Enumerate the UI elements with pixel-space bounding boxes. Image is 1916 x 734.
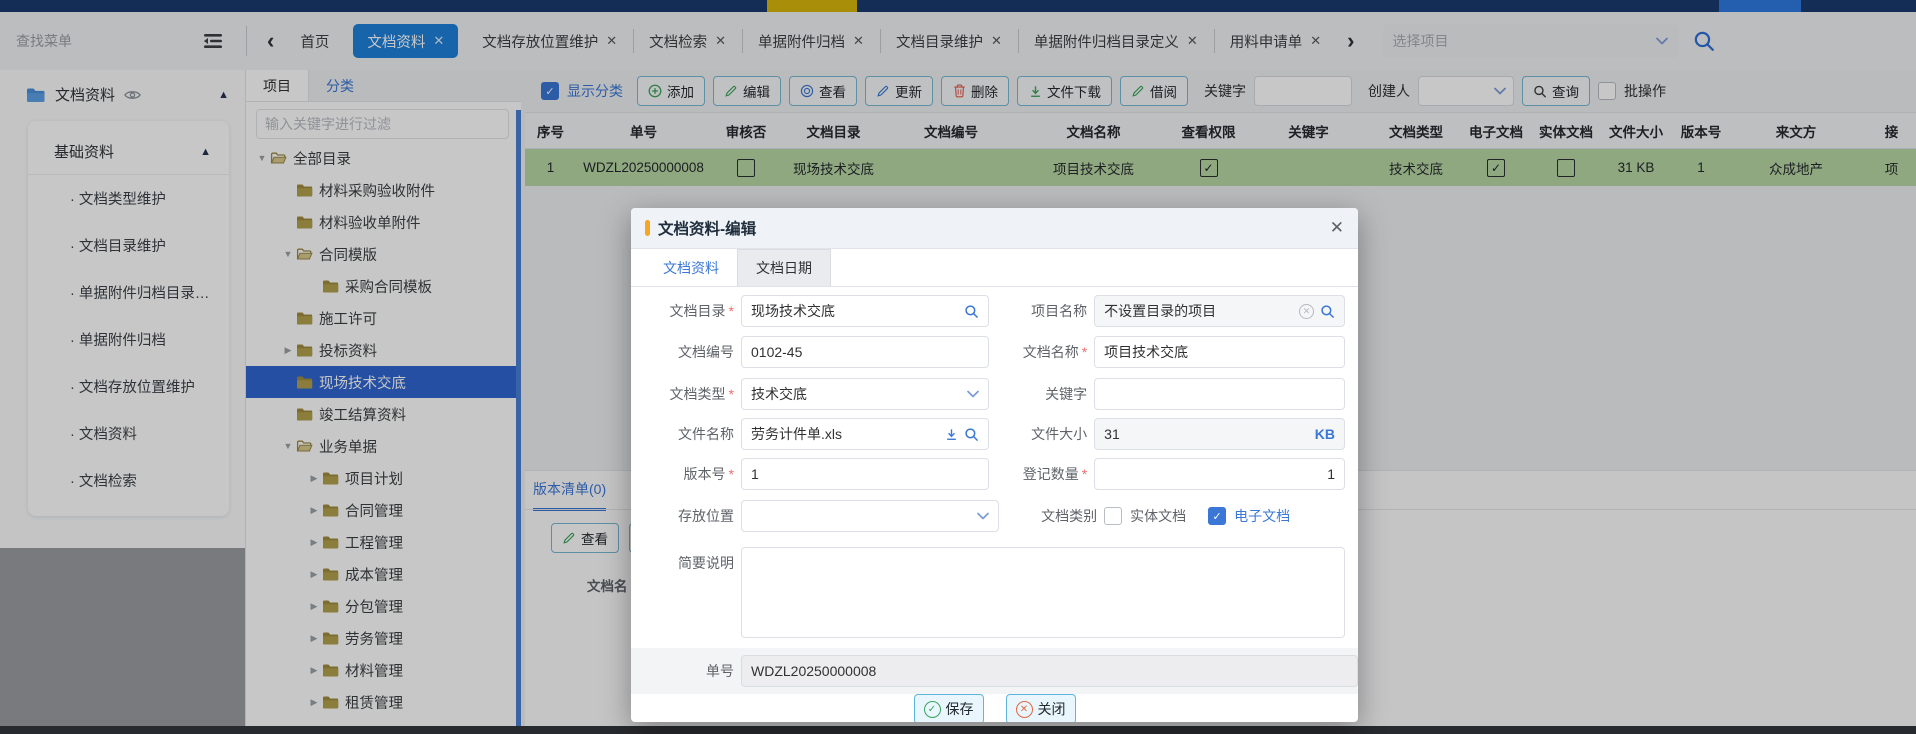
search-icon[interactable] <box>964 427 979 442</box>
location-select[interactable] <box>741 500 999 532</box>
form-row-2: 文档编号 0102-45 文档名称* 项目技术交底 <box>645 336 1345 368</box>
physical-doc-label: 实体文档 <box>1130 506 1186 526</box>
doc-dir-label: 文档目录* <box>645 301 741 321</box>
close-button[interactable]: ✕ 关闭 <box>1006 694 1076 722</box>
project-label: 项目名称 <box>989 301 1094 321</box>
dialog-title: 文档资料-编辑 <box>658 217 756 239</box>
form-row-4: 文件名称 劳务计件单.xls 文件大小 31 KB <box>645 418 1345 450</box>
doc-type-label: 文档类型* <box>645 384 741 404</box>
clear-icon[interactable]: ✕ <box>1299 304 1314 319</box>
doc-no-label: 文档编号 <box>645 342 741 362</box>
desc-textarea[interactable] <box>741 547 1345 638</box>
dialog-footer: ✓ 保存 ✕ 关闭 <box>631 694 1358 722</box>
physical-doc-checkbox[interactable] <box>1104 507 1122 525</box>
location-label: 存放位置 <box>645 506 741 526</box>
tab-doc-date[interactable]: 文档日期 <box>737 249 831 286</box>
title-flag <box>645 220 650 236</box>
form-row-6: 存放位置 文档类别 实体文档 ✓ 电子文档 <box>645 500 1345 532</box>
tab-doc-info[interactable]: 文档资料 <box>645 250 737 286</box>
bill-no-band: 单号 WDZL20250000008 <box>631 648 1358 694</box>
doc-dir-input[interactable]: 现场技术交底 <box>741 295 989 327</box>
form-row-3: 文档类型* 技术交底 关键字 <box>645 378 1345 410</box>
electronic-doc-label: 电子文档 <box>1234 506 1290 526</box>
version-label: 版本号* <box>645 464 741 484</box>
chevron-down-icon <box>966 390 979 398</box>
form-row-1: 文档目录* 现场技术交底 项目名称 不设置目录的项目 ✕ <box>645 295 1345 327</box>
file-name-label: 文件名称 <box>645 424 741 444</box>
category-label: 文档类别 <box>999 506 1104 526</box>
form-row-5: 版本号* 1 登记数量* 1 <box>645 458 1345 490</box>
save-button[interactable]: ✓ 保存 <box>914 694 984 722</box>
file-size-input: 31 KB <box>1094 418 1345 450</box>
search-icon[interactable] <box>964 304 979 319</box>
app-window: ‹ 首页文档资料✕文档存放位置维护✕文档检索✕单据附件归档✕文档目录维护✕单据附… <box>0 0 1916 734</box>
search-icon[interactable] <box>1320 304 1335 319</box>
edit-dialog: 文档资料-编辑 ✕ 文档资料 文档日期 文档目录* 现场技术交底 项目名称 不设… <box>631 208 1358 722</box>
file-name-input[interactable]: 劳务计件单.xls <box>741 418 989 450</box>
project-input[interactable]: 不设置目录的项目 ✕ <box>1094 295 1345 327</box>
download-icon[interactable] <box>945 428 958 441</box>
qty-label: 登记数量* <box>989 464 1094 484</box>
close-icon[interactable]: ✕ <box>1330 218 1344 238</box>
version-input[interactable]: 1 <box>741 458 989 490</box>
keyword-field-input[interactable] <box>1094 378 1345 410</box>
electronic-doc-checkbox[interactable]: ✓ <box>1208 507 1226 525</box>
file-size-label: 文件大小 <box>989 424 1094 444</box>
doc-type-select[interactable]: 技术交底 <box>741 378 989 410</box>
dialog-tabs: 文档资料 文档日期 <box>631 249 1358 287</box>
bill-no-input: WDZL20250000008 <box>741 655 1358 687</box>
category-options: 实体文档 ✓ 电子文档 <box>1104 506 1345 526</box>
chevron-down-icon <box>976 512 989 520</box>
desc-label: 简要说明 <box>645 547 741 638</box>
form-row-desc: 简要说明 <box>645 547 1345 638</box>
file-size-unit: KB <box>1315 426 1335 442</box>
doc-name-input[interactable]: 项目技术交底 <box>1094 336 1345 368</box>
keyword-field-label: 关键字 <box>989 384 1094 404</box>
check-circle-icon: ✓ <box>924 701 941 718</box>
doc-no-input[interactable]: 0102-45 <box>741 336 989 368</box>
doc-name-label: 文档名称* <box>989 342 1094 362</box>
qty-input[interactable]: 1 <box>1094 458 1345 490</box>
bill-no-label: 单号 <box>645 661 741 681</box>
x-circle-icon: ✕ <box>1016 701 1033 718</box>
dialog-header: 文档资料-编辑 ✕ <box>631 208 1358 249</box>
